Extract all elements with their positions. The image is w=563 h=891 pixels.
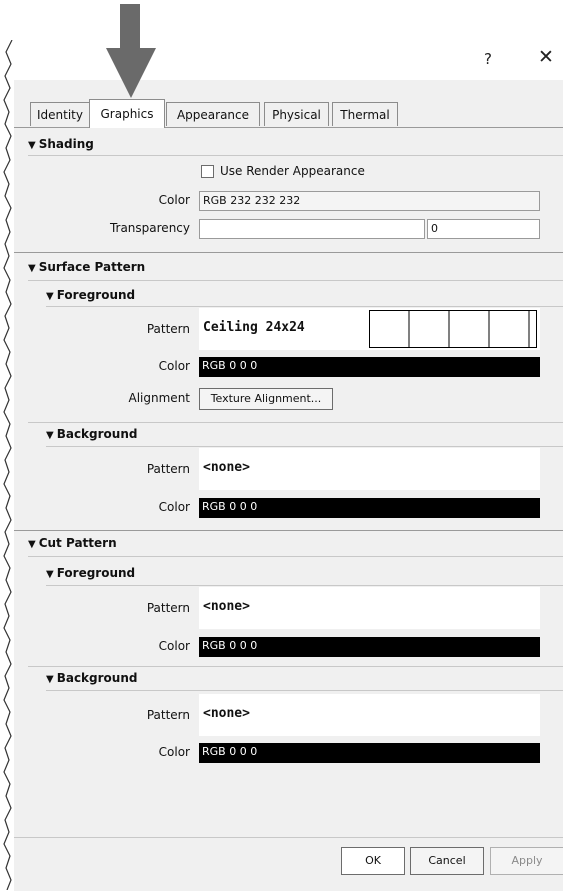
cut-fg-pattern-label: Pattern [146,601,190,615]
use-render-appearance-label: Use Render Appearance [220,164,365,178]
collapse-triangle-icon: ▼ [28,539,36,550]
surface-fg-alignment-label: Alignment [128,391,190,405]
shading-color-label: Color [158,193,190,207]
cut-bg-color-swatch[interactable]: RGB 0 0 0 [199,743,540,763]
cut-fg-color-label: Color [158,639,190,653]
dialog-title-bar [14,40,563,80]
subsection-surface-background[interactable]: ▼ Background [46,427,137,441]
shading-color-field[interactable]: RGB 232 232 232 [199,191,540,211]
surface-bg-color-swatch[interactable]: RGB 0 0 0 [199,498,540,518]
section-title: Cut Pattern [38,536,117,550]
divider [28,280,563,281]
collapse-triangle-icon: ▼ [28,263,36,274]
collapse-triangle-icon: ▼ [46,674,54,685]
surface-fg-color-label: Color [158,359,190,373]
divider [46,585,563,586]
collapse-triangle-icon: ▼ [46,291,54,302]
divider [14,252,563,253]
divider [28,666,563,667]
tab-appearance[interactable]: Appearance [166,102,260,126]
surface-bg-pattern-field[interactable]: <none> [199,448,540,490]
divider [46,306,563,307]
section-title: Foreground [56,566,136,580]
section-title: Foreground [56,288,136,302]
collapse-triangle-icon: ▼ [28,140,36,151]
transparency-slider[interactable] [199,219,425,239]
transparency-value-field[interactable]: 0 [427,219,540,239]
collapse-triangle-icon: ▼ [46,430,54,441]
transparency-label: Transparency [109,221,190,235]
ok-button[interactable]: OK [341,847,405,875]
help-icon[interactable]: ? [484,50,492,68]
subsection-cut-foreground[interactable]: ▼ Foreground [46,566,135,580]
cancel-button[interactable]: Cancel [410,847,484,875]
section-title: Shading [38,137,94,151]
tab-identity[interactable]: Identity [30,102,90,126]
divider [28,422,563,423]
section-surface-pattern[interactable]: ▼ Surface Pattern [28,260,145,274]
divider [28,155,563,156]
annotation-arrow-shaft [120,4,140,50]
tab-graphics[interactable]: Graphics [89,99,165,128]
surface-fg-pattern-label: Pattern [146,322,190,336]
cut-bg-pattern-field[interactable]: <none> [199,694,540,736]
section-title: Surface Pattern [38,260,146,274]
subsection-surface-foreground[interactable]: ▼ Foreground [46,288,135,302]
surface-bg-color-label: Color [158,500,190,514]
divider [28,556,563,557]
tab-thermal[interactable]: Thermal [332,102,398,126]
cut-fg-pattern-field[interactable]: <none> [199,587,540,629]
cut-fg-color-swatch[interactable]: RGB 0 0 0 [199,637,540,657]
section-shading[interactable]: ▼ Shading [28,137,94,151]
pattern-preview [369,310,537,348]
section-cut-pattern[interactable]: ▼ Cut Pattern [28,536,117,550]
divider [14,530,563,531]
surface-fg-color-swatch[interactable]: RGB 0 0 0 [199,357,540,377]
annotation-arrow-head [106,48,156,98]
pattern-name: Ceiling 24x24 [203,320,305,335]
tab-physical[interactable]: Physical [264,102,329,126]
use-render-appearance-checkbox[interactable] [201,165,214,178]
close-icon[interactable]: ✕ [538,46,554,68]
section-title: Background [56,671,138,685]
cut-bg-pattern-label: Pattern [146,708,190,722]
apply-button[interactable]: Apply [490,847,563,875]
section-title: Background [56,427,138,441]
surface-bg-pattern-label: Pattern [146,462,190,476]
subsection-cut-background[interactable]: ▼ Background [46,671,137,685]
divider [46,690,563,691]
divider [46,446,563,447]
cut-bg-color-label: Color [158,745,190,759]
collapse-triangle-icon: ▼ [46,569,54,580]
texture-alignment-button[interactable]: Texture Alignment... [199,388,333,410]
